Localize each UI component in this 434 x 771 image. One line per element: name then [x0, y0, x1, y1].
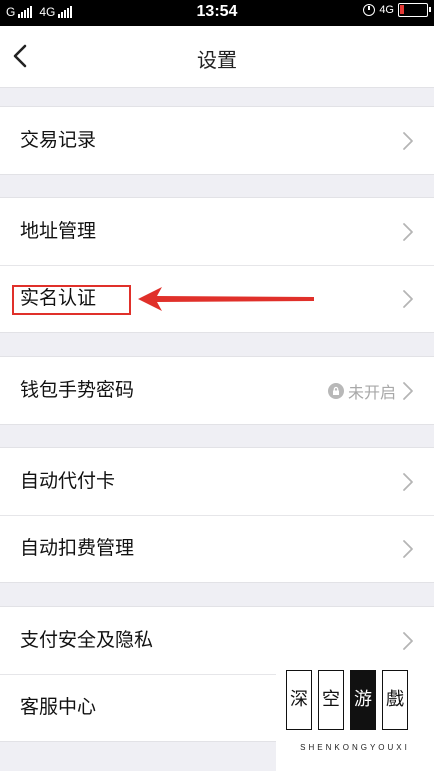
watermark-text: SHENKONGYOUXI	[300, 743, 410, 752]
alarm-icon	[363, 4, 376, 16]
lock-icon	[327, 383, 344, 399]
watermark-seal-row: 深 空 游 戲	[286, 670, 408, 730]
settings-item-auto-deduction-management[interactable]: 自动扣费管理	[0, 515, 434, 582]
nav-bar: 设置	[0, 26, 434, 88]
settings-item-label: 实名认证	[20, 287, 97, 309]
settings-item-real-name-verification[interactable]: 实名认证	[0, 265, 434, 332]
settings-group-4: 自动代付卡 自动扣费管理	[0, 447, 434, 583]
watermark-seal: 空	[318, 670, 344, 730]
settings-group-2: 地址管理 实名认证	[0, 197, 434, 333]
settings-item-label: 自动扣费管理	[20, 537, 135, 559]
status-bar: G 4G 13:54 4G	[0, 0, 434, 26]
settings-item-label: 客服中心	[20, 696, 97, 718]
status-right: 4G	[363, 3, 431, 17]
settings-item-auto-payment-card[interactable]: 自动代付卡	[0, 448, 434, 515]
status-badge: 未开启	[327, 379, 396, 403]
watermark-seal: 游	[350, 670, 376, 730]
settings-item-payment-security-privacy[interactable]: 支付安全及隐私	[0, 607, 434, 674]
page-title: 设置	[197, 48, 237, 72]
settings-item-address-management[interactable]: 地址管理	[0, 198, 434, 265]
chevron-right-icon	[402, 289, 414, 309]
chevron-right-icon	[402, 222, 414, 242]
settings-item-label: 自动代付卡	[20, 470, 116, 492]
settings-item-label: 交易记录	[20, 129, 97, 151]
chevron-right-icon	[402, 131, 414, 151]
chevron-right-icon	[402, 631, 414, 651]
status-text: 未开启	[347, 383, 396, 402]
settings-group-1: 交易记录	[0, 106, 434, 175]
settings-item-wallet-gesture-password[interactable]: 钱包手势密码 未开启	[0, 357, 434, 424]
chevron-right-icon	[402, 472, 414, 492]
chevron-right-icon	[402, 381, 414, 401]
settings-group-3: 钱包手势密码 未开启	[0, 356, 434, 425]
chevron-right-icon	[402, 539, 414, 559]
settings-item-label: 钱包手势密码	[20, 379, 135, 401]
settings-item-label: 支付安全及隐私	[20, 629, 154, 651]
watermark: 深 空 游 戲 SHENKONGYOUXI	[276, 666, 434, 771]
settings-item-label: 地址管理	[20, 220, 97, 242]
settings-item-transaction-records[interactable]: 交易记录	[0, 107, 434, 174]
watermark-seal: 戲	[382, 670, 408, 730]
watermark-seal: 深	[286, 670, 312, 730]
battery-icon	[398, 3, 431, 17]
network-label: 4G	[379, 4, 394, 16]
